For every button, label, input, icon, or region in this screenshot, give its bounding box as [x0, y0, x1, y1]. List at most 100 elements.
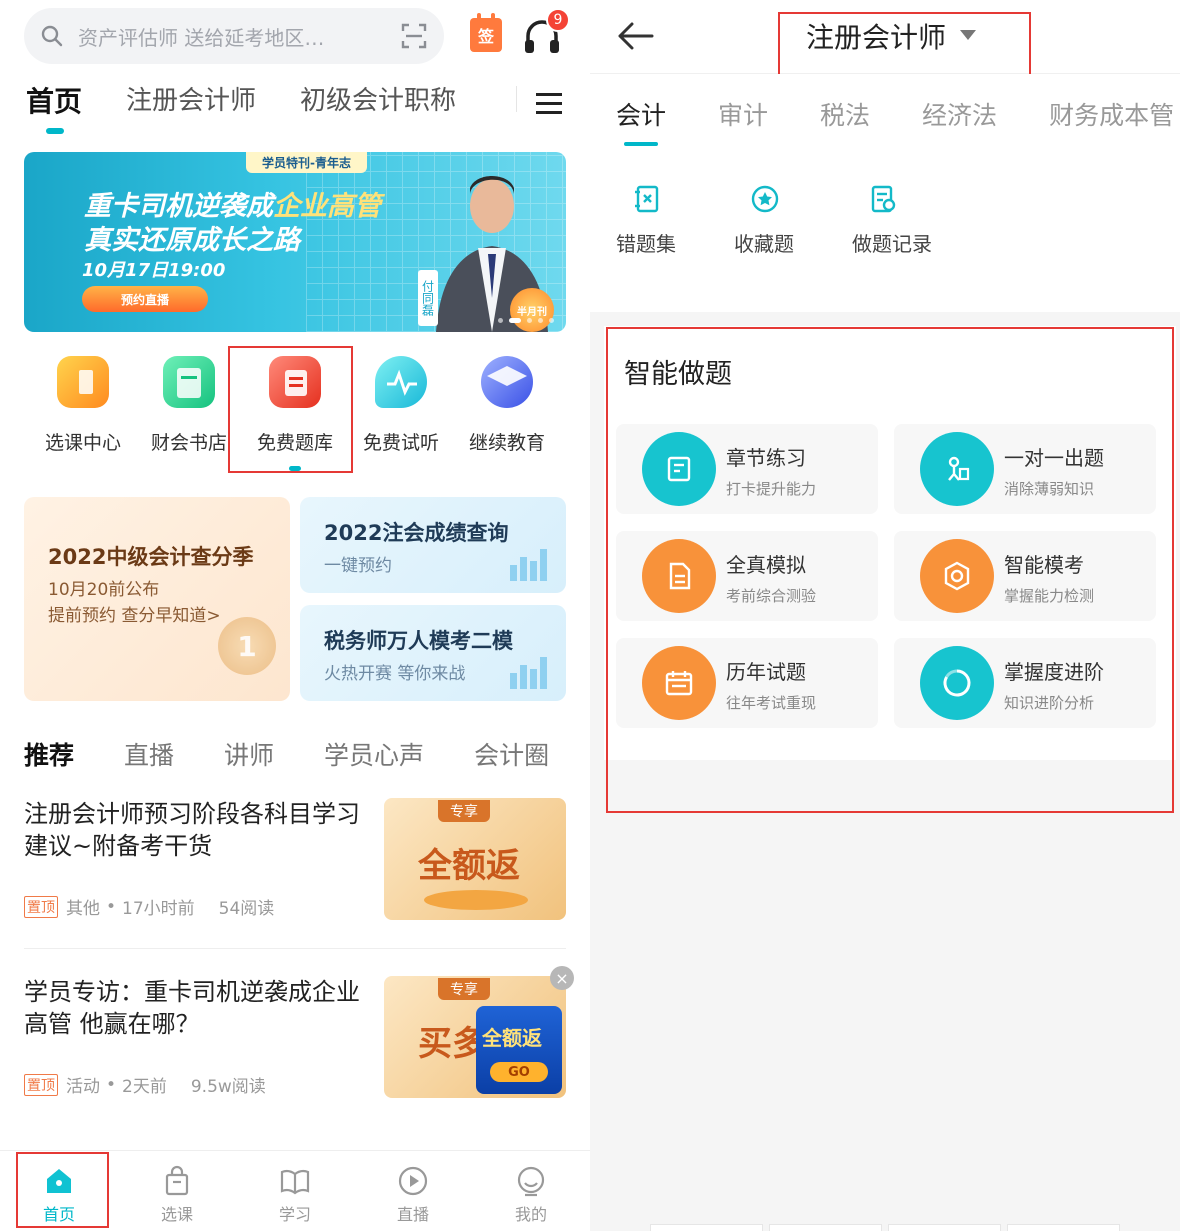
menu-icon: [536, 93, 562, 114]
article-title: 注册会计师预习阶段各科目学习建议~附备考干货: [24, 800, 360, 860]
article-item[interactable]: 学员专访：重卡司机逆袭成企业高管 他赢在哪？ 置顶 活动 • 2天前 9.5w阅…: [24, 976, 566, 1106]
tab-financial-cost[interactable]: 财务成本管: [1049, 74, 1174, 150]
banner-dot: [538, 318, 543, 323]
nav-live[interactable]: 直播: [354, 1151, 472, 1231]
star-icon: [751, 185, 779, 213]
play-icon: [398, 1166, 428, 1196]
scan-icon[interactable]: [400, 22, 428, 50]
channel-menu-button[interactable]: [516, 84, 564, 124]
bookstore-icon: [163, 356, 215, 408]
back-arrow-icon[interactable]: [612, 16, 654, 56]
thumb-overlay-text: 全额返: [482, 1026, 542, 1050]
search-bar[interactable]: 资产评估师 送给延考地区…: [24, 8, 444, 64]
highlight-box: [778, 12, 1031, 78]
banner-badge: 半月刊: [510, 288, 554, 332]
tool-wrong-questions[interactable]: 错题集: [616, 150, 734, 312]
promo-card-score-inquiry[interactable]: 2022中级会计查分季 10月20前公布 提前预约 查分早知道> 1: [24, 497, 290, 701]
graduation-cap-icon: [481, 356, 533, 408]
wrong-book-icon: [635, 185, 659, 213]
quick-label: 免费试听: [362, 432, 439, 454]
article-meta: 置顶 其他 • 17小时前 54阅读: [24, 894, 274, 919]
article-meta: 置顶 活动 • 2天前 9.5w阅读: [24, 1072, 266, 1097]
free-trial-icon: [375, 356, 427, 408]
promo-subtitle: 10月20前公布: [48, 580, 160, 600]
pinned-badge: 置顶: [24, 1073, 58, 1096]
highlight-box: [228, 346, 353, 473]
tab-student-voices[interactable]: 学员心声: [324, 736, 424, 772]
thumb-tag: 专享: [438, 800, 490, 822]
tab-recommend[interactable]: 推荐: [24, 736, 74, 772]
nav-courses[interactable]: 选课: [118, 1151, 236, 1231]
article-category: 活动: [66, 1077, 100, 1097]
article-reads: 54阅读: [218, 899, 275, 919]
tab-cpa[interactable]: 注册会计师: [126, 80, 256, 117]
article-category: 其他: [66, 899, 100, 919]
search-icon: [41, 25, 63, 47]
thumb-overlay: 全额返 GO: [476, 1006, 562, 1094]
tab-audit[interactable]: 审计: [718, 74, 768, 150]
tab-accounting-circle[interactable]: 会计圈: [474, 736, 549, 772]
tool-label: 错题集: [616, 232, 676, 256]
thumb-go-button: GO: [490, 1062, 548, 1082]
feed-tabs: 推荐 直播 讲师 学员心声 会计圈: [24, 736, 590, 772]
article-reads: 9.5w阅读: [190, 1077, 266, 1097]
promo-banner[interactable]: 学员特刊-青年志 重卡司机逆袭成企业高管 真实还原成长之路 10月17日19:0…: [24, 152, 566, 332]
nav-profile[interactable]: 我的: [472, 1151, 590, 1231]
quick-bookstore[interactable]: 财会书店: [136, 352, 242, 462]
book-icon: [280, 1169, 310, 1195]
banner-dot: [527, 318, 532, 323]
close-icon: ×: [555, 968, 569, 988]
medal-icon: 1: [218, 617, 276, 675]
notification-badge: 9: [546, 8, 570, 32]
article-time: 17小时前: [122, 899, 195, 919]
banner-datetime: 10月17日19:00: [82, 260, 226, 281]
banner-headline-2: 真实还原成长之路: [84, 225, 300, 256]
tab-tax-law[interactable]: 税法: [820, 74, 870, 150]
banner-reserve-button[interactable]: 预约直播: [82, 286, 208, 312]
bag-icon: [165, 1165, 189, 1196]
banner-dot: [498, 318, 503, 323]
bar-chart-icon: [510, 657, 547, 689]
promo-title: 税务师万人模考二模: [324, 629, 513, 653]
tab-accounting[interactable]: 会计: [616, 74, 666, 150]
quick-label: 选课中心: [44, 432, 121, 454]
tab-economic-law[interactable]: 经济法: [922, 74, 997, 150]
highlight-box: [16, 1152, 109, 1228]
tool-history[interactable]: 做题记录: [852, 150, 970, 312]
promo-card-cpa-score[interactable]: 2022注会成绩查询 一键预约: [300, 497, 566, 593]
article-item[interactable]: 注册会计师预习阶段各科目学习建议~附备考干货 置顶 其他 • 17小时前 54阅…: [24, 798, 566, 928]
checkin-button[interactable]: 签: [470, 13, 502, 52]
quick-label: 财会书店: [150, 432, 227, 454]
nav-label: 直播: [396, 1205, 429, 1224]
quick-free-trial[interactable]: 免费试听: [348, 352, 454, 462]
tool-label: 收藏题: [734, 232, 794, 256]
quick-continuing-education[interactable]: 继续教育: [454, 352, 560, 462]
home-screen: 资产评估师 送给延考地区… 签 9 首页 注册会计师 初级会计职称 学员特刊-青…: [0, 0, 590, 1231]
channel-tabs: 首页 注册会计师 初级会计职称: [26, 80, 500, 136]
article-thumbnail: 专享 买多 全额返 GO: [384, 976, 566, 1098]
promo-subtitle: 提前预约 查分早知道>: [48, 606, 221, 626]
quick-course-center[interactable]: 选课中心: [30, 352, 136, 462]
close-ad-button[interactable]: ×: [550, 966, 574, 990]
nav-study[interactable]: 学习: [236, 1151, 354, 1231]
nav-label: 我的: [514, 1205, 547, 1224]
promo-title: 2022注会成绩查询: [324, 521, 509, 545]
presenter-name: 付同磊: [418, 270, 438, 326]
highlight-box: [606, 327, 1174, 813]
tab-junior-accountant[interactable]: 初级会计职称: [300, 80, 456, 117]
tab-lecturers[interactable]: 讲师: [224, 736, 274, 772]
pinned-badge: 置顶: [24, 895, 58, 918]
promo-card-tax-mock[interactable]: 税务师万人模考二模 火热开赛 等你来战: [300, 605, 566, 701]
article-time: 2天前: [122, 1077, 167, 1097]
subject-tabs: 会计 审计 税法 经济法 财务成本管: [590, 74, 1180, 150]
search-placeholder: 资产评估师 送给延考地区…: [78, 25, 325, 50]
tab-live[interactable]: 直播: [124, 736, 174, 772]
question-bank-screen: 注册会计师 会计 审计 税法 经济法 财务成本管 错题集 收藏题 做题记录 智能…: [590, 0, 1180, 1231]
banner-tag: 学员特刊-青年志: [246, 152, 367, 173]
tab-home[interactable]: 首页: [26, 80, 82, 134]
tool-favorites[interactable]: 收藏题: [734, 150, 852, 312]
promo-title: 2022中级会计查分季: [48, 545, 254, 569]
course-center-icon: [57, 356, 109, 408]
tool-row: 错题集 收藏题 做题记录: [590, 150, 1180, 312]
divider: [24, 948, 566, 949]
